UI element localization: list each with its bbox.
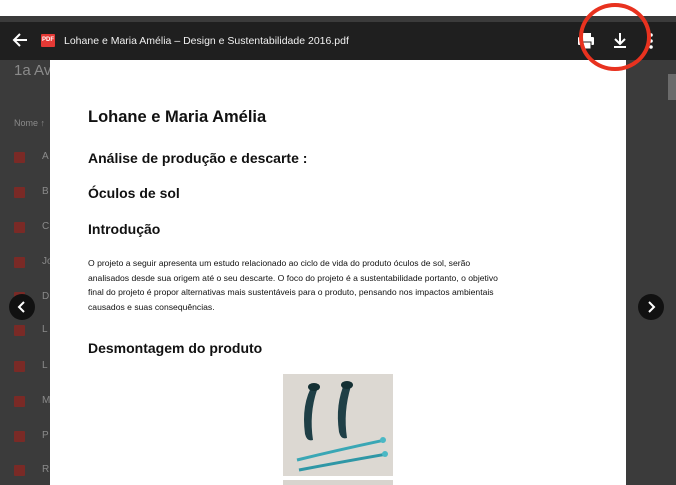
intro-paragraph: O projeto a seguir apresenta um estudo r… [88, 256, 588, 314]
pdf-icon [14, 257, 25, 268]
document-subheading: Análise de produção e descarte : [88, 150, 308, 166]
background-item-name: L [42, 360, 48, 371]
pdf-icon [14, 222, 25, 233]
product-heading: Óculos de sol [88, 185, 180, 201]
background-item-name: B [42, 186, 49, 197]
pdf-icon [14, 187, 25, 198]
print-icon[interactable] [576, 31, 596, 51]
document-heading: Lohane e Maria Amélia [88, 108, 267, 126]
pdf-file-icon: PDF [41, 34, 55, 47]
background-item-name: L [42, 324, 48, 335]
background-item-name: D [42, 291, 50, 302]
more-vert-icon[interactable] [646, 32, 656, 50]
download-icon[interactable] [610, 30, 630, 52]
intro-line: analisados desde sua origem até o seu de… [88, 272, 498, 283]
background-item-name: R [42, 464, 50, 475]
chevron-left-icon [17, 301, 25, 313]
background-item-name: C [42, 221, 50, 232]
browser-top-strip [0, 0, 676, 18]
previous-file-button[interactable] [9, 294, 35, 320]
background-column-header: Nome ↑ [14, 118, 46, 128]
background-folder-title: 1a Av [14, 62, 52, 79]
section-heading: Desmontagem do produto [88, 340, 263, 356]
pdf-icon [14, 152, 25, 163]
product-photo-second [283, 480, 393, 485]
product-disassembly-photo [283, 374, 393, 476]
pdf-icon [14, 361, 25, 372]
next-file-button[interactable] [638, 294, 664, 320]
pdf-icon [14, 325, 25, 336]
intro-line: final do projeto é propor alternativas m… [88, 287, 494, 298]
document-title: Lohane e Maria Amélia – Design e Sustent… [64, 35, 349, 47]
pdf-icon [14, 465, 25, 476]
intro-line: O projeto a seguir apresenta um estudo r… [88, 258, 471, 268]
background-scrollbar [668, 74, 676, 100]
arrow-left-icon[interactable] [10, 29, 30, 51]
viewer-toolbar: PDF Lohane e Maria Amélia – Design e Sus… [0, 22, 676, 60]
pdf-icon [14, 431, 25, 442]
background-item-name: A [42, 151, 49, 162]
pdf-page: Lohane e Maria Amélia Análise de produçã… [50, 60, 626, 485]
pdf-icon [14, 396, 25, 407]
chevron-right-icon [648, 301, 656, 313]
background-item-name: P [42, 430, 49, 441]
intro-line: causados e suas consequências. [88, 301, 215, 312]
intro-heading: Introdução [88, 221, 161, 237]
